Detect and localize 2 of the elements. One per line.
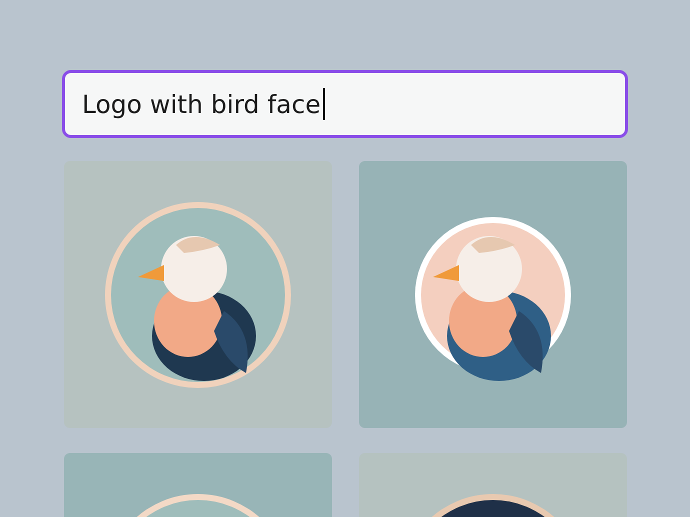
- text-cursor: [322, 88, 325, 120]
- search-field[interactable]: Logo with bird face: [62, 70, 628, 138]
